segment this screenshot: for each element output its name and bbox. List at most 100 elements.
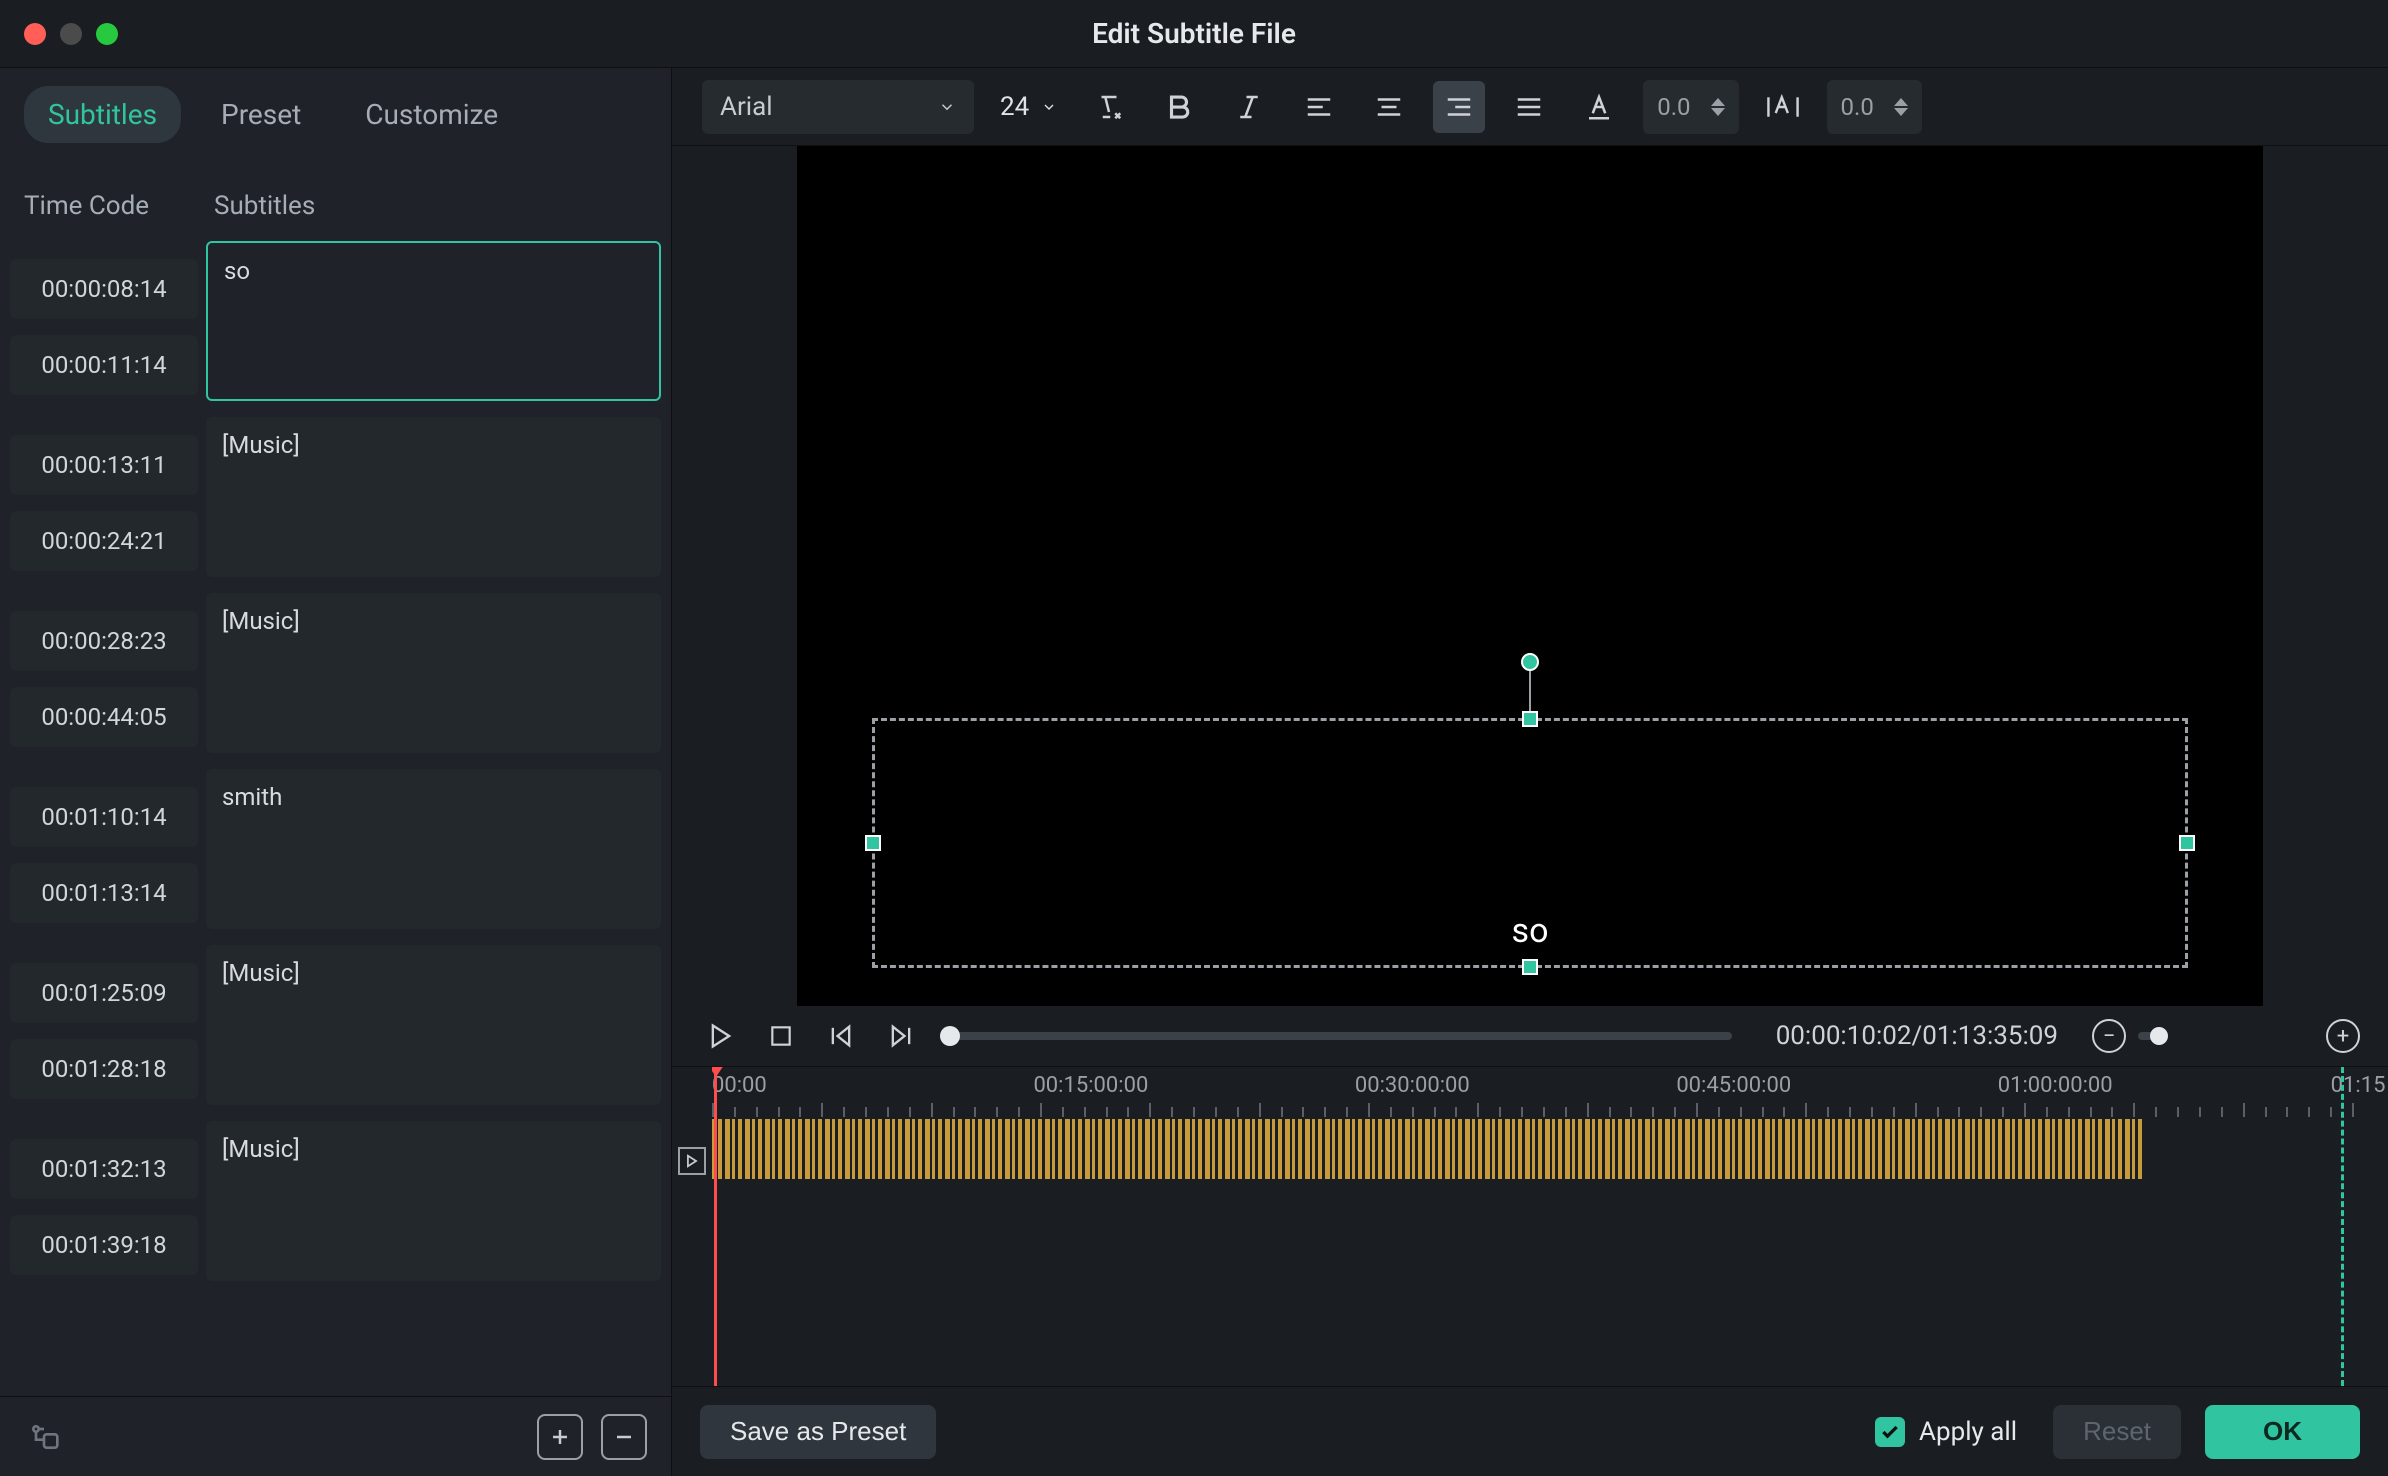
character-spacing-value: 0.0	[1657, 93, 1690, 121]
line-spacing-input[interactable]: 0.0	[1827, 80, 1922, 134]
end-time[interactable]: 00:00:24:21	[10, 511, 198, 571]
align-justify-icon[interactable]	[1503, 81, 1555, 133]
font-select[interactable]: Arial	[702, 80, 974, 134]
subtitle-text-cell[interactable]: smith	[206, 769, 661, 929]
italic-icon[interactable]	[1223, 81, 1275, 133]
spin-up-icon[interactable]	[1894, 98, 1908, 106]
tab-preset[interactable]: Preset	[197, 86, 325, 143]
end-time[interactable]: 00:01:13:14	[10, 863, 198, 923]
save-as-preset-button[interactable]: Save as Preset	[700, 1405, 936, 1459]
font-size-select[interactable]: 24	[992, 92, 1065, 122]
subtitle-text-cell[interactable]: [Music]	[206, 1121, 661, 1281]
ruler-label: 01:15	[2331, 1073, 2386, 1098]
align-right-icon[interactable]	[1433, 81, 1485, 133]
rotate-stick	[1529, 665, 1531, 711]
playhead[interactable]	[714, 1067, 717, 1386]
import-icon[interactable]	[24, 1417, 64, 1457]
start-time[interactable]: 00:00:28:23	[10, 611, 198, 671]
ruler-label: 00:45:00:00	[1676, 1073, 1791, 1098]
expand-track-button[interactable]	[678, 1147, 706, 1175]
editor-pane: Arial 24	[672, 68, 2388, 1476]
video-preview[interactable]: so	[797, 146, 2263, 1006]
ruler-label: 00:30:00:00	[1355, 1073, 1470, 1098]
clear-format-icon[interactable]	[1083, 81, 1135, 133]
timeline-gutter	[672, 1067, 712, 1386]
seek-bar[interactable]	[950, 1032, 1732, 1040]
remove-subtitle-button[interactable]	[601, 1414, 647, 1460]
spin-up-icon[interactable]	[1711, 98, 1725, 106]
close-window-icon[interactable]	[24, 23, 46, 45]
timecode-column: 00:01:25:09 00:01:28:18	[10, 945, 198, 1105]
subtitle-row[interactable]: 00:01:25:09 00:01:28:18 [Music]	[10, 945, 661, 1105]
subtitle-row[interactable]: 00:00:13:11 00:00:24:21 [Music]	[10, 417, 661, 577]
stop-button[interactable]	[760, 1015, 802, 1057]
zoom-in-button[interactable]: +	[2326, 1019, 2360, 1053]
start-time[interactable]: 00:00:08:14	[10, 259, 198, 319]
tab-subtitles[interactable]: Subtitles	[24, 86, 181, 143]
zoom-handle[interactable]	[2150, 1027, 2168, 1045]
preview-subtitle-text: so	[1512, 911, 1549, 951]
timeline-main[interactable]: 00:0000:15:00:0000:30:00:0000:45:00:0001…	[712, 1067, 2388, 1386]
timecode-column: 00:01:32:13 00:01:39:18	[10, 1121, 198, 1281]
sidebar: Subtitles Preset Customize Time Code Sub…	[0, 68, 672, 1476]
seek-handle[interactable]	[940, 1026, 960, 1046]
spin-down-icon[interactable]	[1711, 108, 1725, 116]
end-time[interactable]: 00:01:39:18	[10, 1215, 198, 1275]
next-frame-button[interactable]	[880, 1015, 922, 1057]
start-time[interactable]: 00:00:13:11	[10, 435, 198, 495]
line-spacing-icon[interactable]	[1757, 81, 1809, 133]
resize-handle-bottom[interactable]	[1522, 959, 1538, 975]
subtitle-row[interactable]: 00:01:32:13 00:01:39:18 [Music]	[10, 1121, 661, 1281]
subtitle-text-cell[interactable]: [Music]	[206, 417, 661, 577]
zoom-slider[interactable]	[2138, 1032, 2162, 1040]
window-title: Edit Subtitle File	[1092, 17, 1296, 50]
window-controls	[0, 23, 118, 45]
text-color-icon[interactable]	[1573, 81, 1625, 133]
bold-icon[interactable]	[1153, 81, 1205, 133]
minimize-window-icon[interactable]	[60, 23, 82, 45]
subtitle-text-cell[interactable]: [Music]	[206, 945, 661, 1105]
timeline: 00:0000:15:00:0000:30:00:0000:45:00:0001…	[672, 1066, 2388, 1386]
subtitle-text-cell[interactable]: so	[206, 241, 661, 401]
rotate-handle[interactable]	[1521, 653, 1539, 671]
header-timecode: Time Code	[24, 191, 214, 221]
reset-button[interactable]: Reset	[2053, 1405, 2181, 1459]
subtitle-row[interactable]: 00:00:08:14 00:00:11:14 so	[10, 241, 661, 401]
align-left-icon[interactable]	[1293, 81, 1345, 133]
resize-handle-left[interactable]	[865, 835, 881, 851]
ok-button[interactable]: OK	[2205, 1405, 2360, 1459]
apply-all-label: Apply all	[1919, 1417, 2017, 1447]
start-time[interactable]: 00:01:32:13	[10, 1139, 198, 1199]
spinner	[1711, 98, 1725, 116]
subtitle-list[interactable]: 00:00:08:14 00:00:11:14 so 00:00:13:11 0…	[0, 241, 671, 1396]
apply-all-checkbox[interactable]	[1875, 1417, 1905, 1447]
timeline-ruler[interactable]: 00:0000:15:00:0000:30:00:0000:45:00:0001…	[712, 1067, 2388, 1117]
add-subtitle-button[interactable]	[537, 1414, 583, 1460]
start-time[interactable]: 00:01:25:09	[10, 963, 198, 1023]
end-time[interactable]: 00:00:44:05	[10, 687, 198, 747]
align-center-icon[interactable]	[1363, 81, 1415, 133]
resize-handle-top[interactable]	[1522, 711, 1538, 727]
tab-customize[interactable]: Customize	[341, 86, 522, 143]
subtitle-row[interactable]: 00:01:10:14 00:01:13:14 smith	[10, 769, 661, 929]
maximize-window-icon[interactable]	[96, 23, 118, 45]
spin-down-icon[interactable]	[1894, 108, 1908, 116]
subtitle-bounding-box[interactable]: so	[872, 718, 2188, 968]
text-toolbar: Arial 24	[672, 68, 2388, 146]
character-spacing-input[interactable]: 0.0	[1643, 80, 1738, 134]
column-headers: Time Code Subtitles	[0, 161, 671, 241]
chevron-down-icon	[938, 98, 956, 116]
end-time[interactable]: 00:00:11:14	[10, 335, 198, 395]
audio-waveform	[712, 1119, 2142, 1179]
resize-handle-right[interactable]	[2179, 835, 2195, 851]
play-button[interactable]	[700, 1015, 742, 1057]
end-time[interactable]: 00:01:28:18	[10, 1039, 198, 1099]
subtitle-text-cell[interactable]: [Music]	[206, 593, 661, 753]
prev-frame-button[interactable]	[820, 1015, 862, 1057]
zoom-out-button[interactable]: −	[2092, 1019, 2126, 1053]
timecode-column: 00:00:08:14 00:00:11:14	[10, 241, 198, 401]
subtitle-row[interactable]: 00:00:28:23 00:00:44:05 [Music]	[10, 593, 661, 753]
audio-waveform-row[interactable]	[712, 1119, 2388, 1179]
start-time[interactable]: 00:01:10:14	[10, 787, 198, 847]
zoom-controls: − +	[2092, 1019, 2360, 1053]
